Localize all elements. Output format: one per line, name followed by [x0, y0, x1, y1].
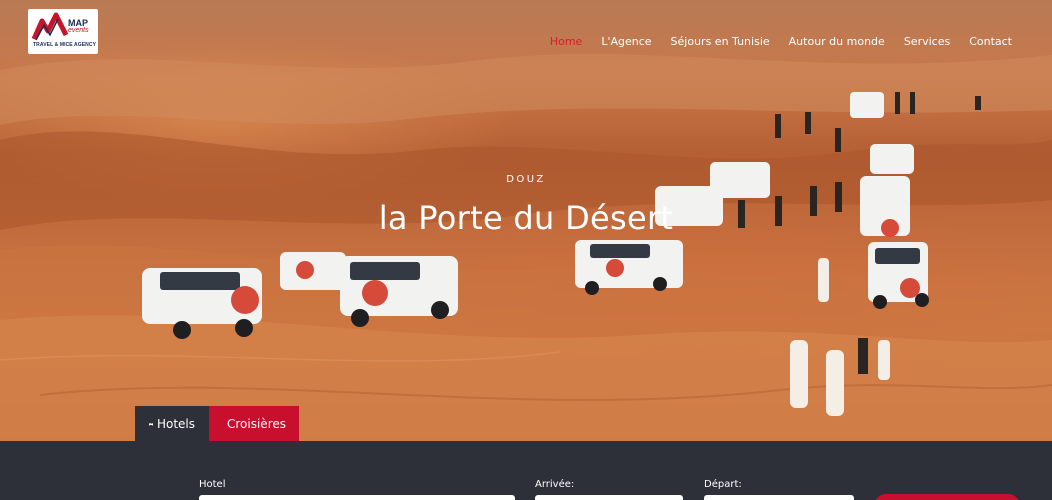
logo-name: MAP events [68, 18, 89, 35]
nav-item-home[interactable]: Home [550, 35, 582, 48]
departure-field-label: Départ: [704, 479, 742, 490]
hotel-field-label: Hotel [199, 479, 226, 490]
nav-item-autour-du-monde[interactable]: Autour du monde [789, 35, 885, 48]
hero-banner: MAP events TRAVEL & MICE AGENCY Home L'A… [0, 0, 1052, 441]
nav-item-sejours-tunisie[interactable]: Séjours en Tunisie [671, 35, 770, 48]
tab-croisieres-label: Croisières [227, 416, 286, 431]
hotel-input[interactable] [199, 495, 515, 500]
bed-icon [149, 422, 153, 426]
departure-date-input[interactable] [704, 495, 854, 500]
logo-tagline: TRAVEL & MICE AGENCY [33, 42, 97, 48]
arrival-date-input[interactable] [535, 495, 683, 500]
logo-sub: events [68, 27, 89, 34]
tab-hotels[interactable]: Hotels [135, 406, 209, 441]
nav-item-services[interactable]: Services [904, 35, 950, 48]
main-nav: Home L'Agence Séjours en Tunisie Autour … [531, 35, 1012, 48]
arrival-field-label: Arrivée: [535, 479, 575, 490]
hero-title: la Porte du Désert [378, 199, 674, 237]
brand-logo[interactable]: MAP events TRAVEL & MICE AGENCY [28, 9, 98, 54]
search-tabs: Hotels Croisières [135, 406, 299, 441]
nav-item-contact[interactable]: Contact [969, 35, 1012, 48]
search-panel: Hotel Arrivée: Départ: [0, 441, 1052, 500]
search-button[interactable] [874, 494, 1020, 500]
tab-croisieres[interactable]: Croisières [209, 406, 299, 441]
tab-hotels-label: Hotels [156, 416, 195, 431]
hero-eyebrow: DOUZ [506, 174, 546, 185]
nav-item-agence[interactable]: L'Agence [601, 35, 651, 48]
